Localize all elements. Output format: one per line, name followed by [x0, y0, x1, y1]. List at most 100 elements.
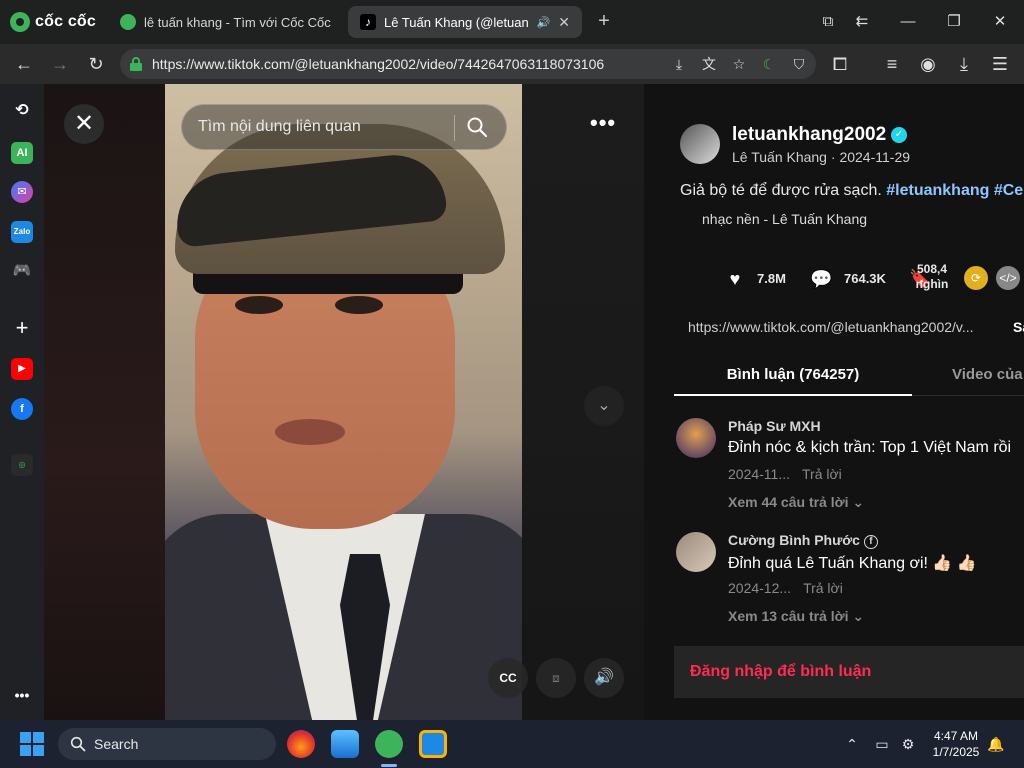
comment-bubble-icon[interactable]: 💬: [810, 268, 832, 290]
forward-button[interactable]: →: [46, 52, 74, 76]
login-to-comment-link[interactable]: Đăng nhập để bình luận: [690, 663, 871, 681]
history-icon[interactable]: ⟲: [11, 100, 33, 122]
photos-taskbar-icon[interactable]: [331, 730, 359, 758]
firefox-taskbar-icon[interactable]: [287, 730, 315, 758]
repost-icon[interactable]: ⟳: [964, 266, 988, 290]
windows-start-icon[interactable]: [20, 732, 44, 756]
tray-network-icon[interactable]: ⚙: [898, 734, 918, 754]
video-frame[interactable]: [165, 84, 522, 720]
clock-date: 1/7/2025: [932, 745, 980, 759]
pip-icon[interactable]: ⧈: [536, 658, 576, 698]
browser-brand-name: cốc cốc: [35, 13, 96, 30]
reply-button[interactable]: Trả lời: [803, 580, 843, 596]
messenger-icon[interactable]: ✉: [11, 181, 33, 203]
embed-code-icon[interactable]: </>: [996, 266, 1020, 290]
coccoc-2024-icon[interactable]: ◎: [11, 454, 33, 476]
translate-icon[interactable]: 文: [698, 53, 720, 75]
screenshot-icon[interactable]: ⧉: [812, 8, 844, 36]
maximize-button[interactable]: ❐: [938, 8, 970, 36]
related-search-input[interactable]: Tìm nội dung liên quan: [181, 104, 507, 150]
chevron-down-icon: ⌄: [852, 608, 865, 624]
comment-count: 764.3K: [844, 271, 886, 286]
more-options-button[interactable]: •••: [590, 110, 616, 136]
view-replies-button[interactable]: Xem 44 câu trả lời ⌄: [728, 494, 864, 511]
facebook-icon[interactable]: f: [11, 398, 33, 420]
search-icon[interactable]: [466, 116, 488, 138]
browser-tab-search[interactable]: lê tuấn khang - Tìm với Cốc Cốc: [108, 6, 344, 38]
music-link[interactable]: nhạc nền - Lê Tuấn Khang: [702, 211, 867, 227]
commenter-name[interactable]: Cường Bình Phước: [728, 532, 860, 548]
browser-brand[interactable]: cốc cốc: [10, 10, 96, 34]
notification-bell-icon[interactable]: 🔔: [986, 734, 1006, 754]
hashtag-link[interactable]: #letuankhang: [886, 182, 989, 199]
taskbar-search-box[interactable]: Search: [58, 728, 276, 760]
extensions-icon[interactable]: ⧠: [826, 52, 854, 76]
tab-comments[interactable]: Bình luận (764257): [674, 354, 912, 396]
tray-chevron-up-icon[interactable]: ⌃: [842, 734, 862, 754]
video-link-box: https://www.tiktok.com/@letuankhang2002/…: [680, 308, 1024, 346]
like-heart-icon[interactable]: ♥: [724, 268, 746, 290]
menu-icon[interactable]: ☰: [986, 52, 1014, 76]
new-tab-button[interactable]: +: [592, 10, 616, 34]
tray-display-icon[interactable]: ▭: [872, 734, 892, 754]
lock-icon[interactable]: [130, 57, 142, 71]
tab-audio-icon[interactable]: 🔊: [537, 16, 551, 29]
video-caption: Giả bộ té để được rửa sạch. #letuankhang…: [680, 182, 1023, 200]
login-to-comment-bar[interactable]: Đăng nhập để bình luận: [674, 646, 1024, 698]
commenter-avatar[interactable]: [676, 418, 716, 458]
download-page-icon[interactable]: ⤓: [668, 53, 690, 75]
comment-date: 2024-11...: [728, 466, 791, 482]
volume-icon[interactable]: 🔊: [584, 658, 624, 698]
caption-text: Giả bộ té để được rửa sạch.: [680, 182, 882, 199]
hashtag-link[interactable]: #Ce: [994, 182, 1023, 199]
commenter-avatar[interactable]: [676, 532, 716, 572]
youtube-icon[interactable]: ▶: [11, 358, 33, 380]
browser-tab-tiktok[interactable]: ♪ Lê Tuấn Khang (@letuanl 🔊 ✕: [348, 6, 582, 38]
url-text[interactable]: https://www.tiktok.com/@letuankhang2002/…: [152, 56, 604, 72]
post-date: 2024-11-29: [839, 149, 911, 165]
player-background-right: [522, 84, 644, 720]
zalo-icon[interactable]: Zalo: [11, 221, 33, 243]
profile-icon[interactable]: ◉: [914, 52, 942, 76]
reply-button[interactable]: Trả lời: [802, 466, 842, 482]
add-sidebar-app-icon[interactable]: +: [11, 317, 33, 339]
share-count-value: 508,4: [916, 262, 948, 276]
copy-link-button[interactable]: Sa: [1013, 319, 1024, 335]
tab-list-icon[interactable]: ⇇: [846, 8, 878, 36]
dark-mode-moon-icon[interactable]: ☾: [758, 53, 780, 75]
reload-button[interactable]: ↻: [82, 52, 110, 76]
video-player[interactable]: ✕ Tìm nội dung liên quan ••• ⌄ CC ⧈ 🔊: [44, 84, 644, 720]
active-app-indicator: [381, 764, 397, 767]
taskbar-clock[interactable]: 4:47 AM 1/7/2025: [926, 728, 986, 760]
author-display-name[interactable]: Lê Tuấn Khang: [732, 149, 827, 165]
more-sidebar-icon[interactable]: •••: [11, 684, 33, 706]
adblock-shield-icon[interactable]: ⛉: [788, 53, 810, 75]
author-username[interactable]: letuankhang2002: [732, 124, 886, 146]
video-link-text[interactable]: https://www.tiktok.com/@letuankhang2002/…: [688, 319, 974, 335]
close-player-button[interactable]: ✕: [64, 104, 104, 144]
commenter-name[interactable]: Pháp Sư MXH: [728, 418, 821, 434]
captions-button[interactable]: CC: [488, 658, 528, 698]
player-background-left: [44, 84, 165, 720]
minimize-button[interactable]: —: [892, 8, 924, 36]
author-avatar[interactable]: [680, 124, 720, 164]
next-video-chevron-icon[interactable]: ⌄: [584, 386, 624, 426]
coccoc-logo-icon: [10, 12, 30, 32]
address-bar[interactable]: https://www.tiktok.com/@letuankhang2002/…: [120, 49, 816, 79]
coccoc-taskbar-icon[interactable]: [375, 730, 403, 758]
game-controller-icon[interactable]: 🎮: [11, 260, 33, 282]
playlist-icon[interactable]: ≡: [878, 52, 906, 76]
ai-assistant-icon[interactable]: AI: [11, 142, 33, 164]
comment-item: Pháp Sư MXH Đỉnh nóc & kịch trần: Top 1 …: [676, 418, 1024, 518]
tab-close-icon[interactable]: ✕: [558, 14, 570, 31]
app-taskbar-icon[interactable]: [419, 730, 447, 758]
close-window-button[interactable]: ✕: [984, 8, 1016, 36]
browser-title-bar: cốc cốc lê tuấn khang - Tìm với Cốc Cốc …: [0, 0, 1024, 44]
back-button[interactable]: ←: [10, 52, 38, 76]
video-eye-shape: [335, 296, 383, 314]
tab-creator-videos[interactable]: Video của n: [952, 354, 1024, 396]
bookmark-star-icon[interactable]: ☆: [728, 53, 750, 75]
view-replies-button[interactable]: Xem 13 câu trả lời ⌄: [728, 608, 864, 625]
view-replies-label: Xem 44 câu trả lời: [728, 494, 849, 510]
downloads-icon[interactable]: ⤓: [950, 52, 978, 76]
